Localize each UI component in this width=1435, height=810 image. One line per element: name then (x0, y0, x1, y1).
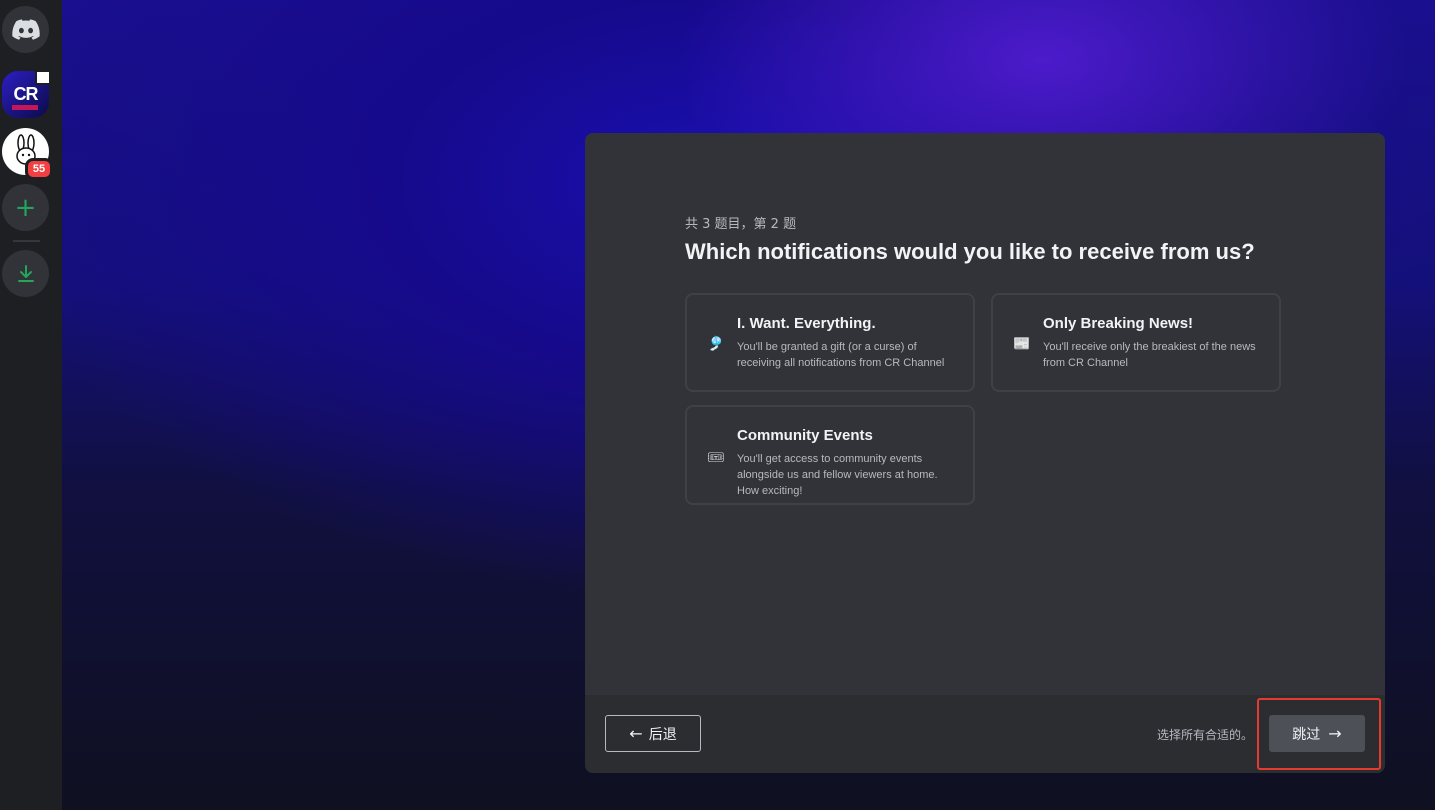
option-breaking-news[interactable]: 📰 Only Breaking News! You'll receive onl… (991, 293, 1281, 392)
option-community-events[interactable]: 🎟 Community Events You'll get access to … (685, 405, 975, 505)
event-badge-icon (35, 70, 51, 85)
question-title: Which notifications would you like to re… (685, 239, 1255, 264)
option-description: You'll be granted a gift (or a curse) of… (737, 341, 945, 369)
newspaper-icon: 📰 (1013, 336, 1031, 352)
skip-highlight-box (1257, 698, 1381, 770)
onboarding-modal: 共 3 题目，第 2 题 Which notifications would y… (585, 133, 1385, 773)
option-description: You'll get access to community events al… (737, 453, 938, 497)
download-apps-button[interactable] (2, 250, 49, 297)
add-server-button[interactable]: + (2, 184, 49, 231)
download-icon (17, 264, 34, 282)
discord-logo-icon (11, 18, 40, 40)
ticket-icon: 🎟 (707, 450, 725, 466)
option-title: Only Breaking News! (1043, 315, 1194, 332)
plus-icon: + (14, 192, 37, 223)
back-button-label: 后退 (648, 726, 677, 743)
server-rail: CR 55 + (0, 0, 62, 810)
rail-divider (13, 240, 40, 242)
option-title: I. Want. Everything. (737, 315, 876, 332)
option-want-everything[interactable]: 🎐 I. Want. Everything. You'll be granted… (685, 293, 975, 392)
select-all-hint: 选择所有合适的。 (1157, 728, 1254, 742)
server-icon-text: CR (13, 84, 39, 104)
option-description: You'll receive only the breakiest of the… (1043, 341, 1256, 369)
back-button[interactable]: ← 后退 (605, 715, 701, 752)
server-icon-cr-channel[interactable]: CR (2, 70, 51, 118)
wind-chime-icon: 🎐 (707, 336, 725, 352)
unread-count-badge: 55 (25, 158, 53, 180)
option-title: Community Events (737, 427, 873, 444)
arrow-left-icon: ← (629, 724, 643, 743)
question-progress: 共 3 题目，第 2 题 (685, 217, 797, 232)
server-icon-stripe (12, 105, 38, 110)
discord-home-icon[interactable] (2, 6, 49, 53)
